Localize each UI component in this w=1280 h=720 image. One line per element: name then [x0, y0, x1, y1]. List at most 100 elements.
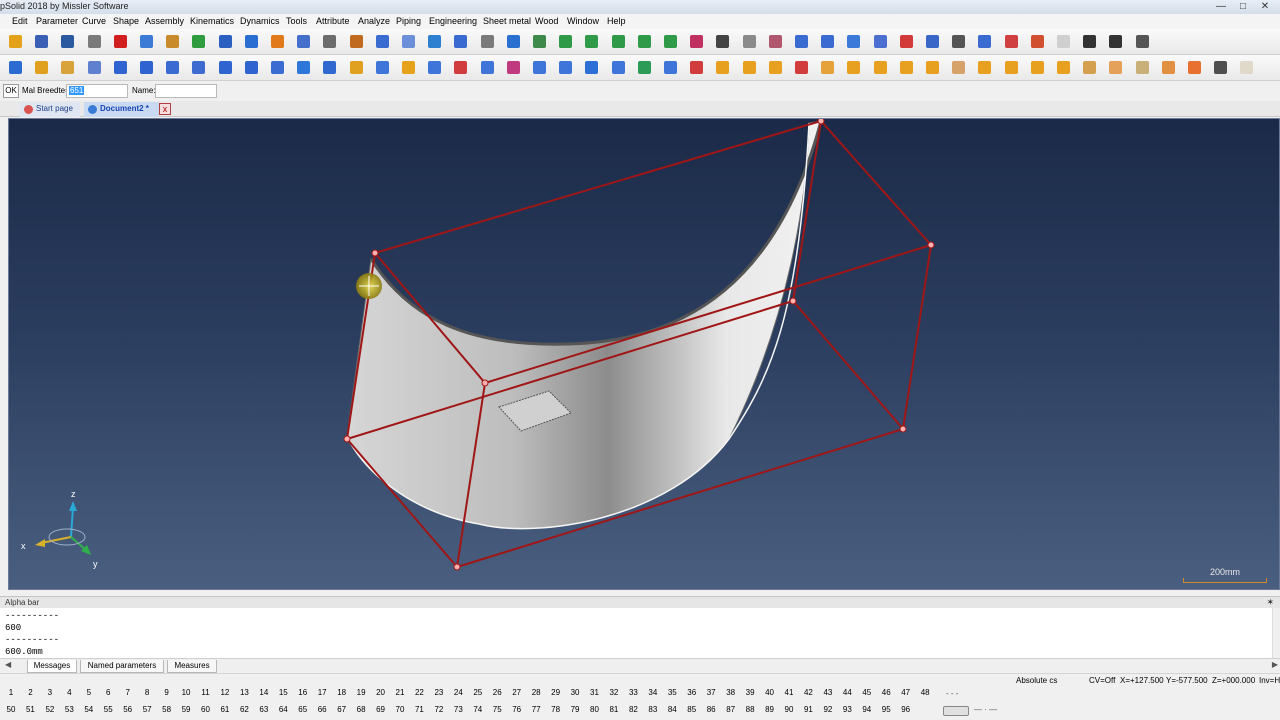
layer3-button[interactable] [610, 33, 627, 50]
number-key[interactable]: 65 [294, 705, 312, 714]
axis-button[interactable] [714, 59, 731, 76]
number-key[interactable]: 27 [508, 688, 526, 697]
attach-button[interactable] [924, 33, 941, 50]
part8-button[interactable] [924, 59, 941, 76]
hatch-button[interactable] [1134, 33, 1151, 50]
grid-button[interactable] [452, 33, 469, 50]
select-button[interactable] [400, 33, 417, 50]
number-key[interactable]: 46 [877, 688, 895, 697]
number-key[interactable]: 33 [624, 688, 642, 697]
menu-wood[interactable]: Wood [535, 16, 558, 26]
part15-button[interactable] [1107, 59, 1124, 76]
number-key[interactable]: 47 [897, 688, 915, 697]
layer2-button[interactable] [583, 33, 600, 50]
number-key[interactable]: 95 [877, 705, 895, 714]
render-button[interactable] [741, 33, 758, 50]
menu-sheet-metal[interactable]: Sheet metal [483, 16, 531, 26]
extrude-button[interactable] [321, 59, 338, 76]
minimize-button[interactable]: — [1210, 0, 1232, 14]
line-style-dashdot-icon[interactable]: — · — [974, 705, 997, 714]
part10-button[interactable] [976, 59, 993, 76]
number-key[interactable]: 52 [41, 705, 59, 714]
shell-button[interactable] [557, 59, 574, 76]
number-key[interactable]: 30 [566, 688, 584, 697]
number-key[interactable]: 89 [761, 705, 779, 714]
menu-file-fragment[interactable] [0, 16, 5, 26]
number-key[interactable]: 20 [372, 688, 390, 697]
menu-shape[interactable]: Shape [113, 16, 139, 26]
line-tool-button[interactable] [217, 59, 234, 76]
undo-button[interactable] [138, 33, 155, 50]
menu-parameter[interactable]: Parameter [36, 16, 78, 26]
close-tab-button[interactable]: x [159, 103, 171, 115]
number-key[interactable]: 26 [488, 688, 506, 697]
cube-button[interactable] [269, 59, 286, 76]
part7-button[interactable] [898, 59, 915, 76]
menu-help[interactable]: Help [607, 16, 626, 26]
tab-document2[interactable]: Document2 * [84, 102, 159, 117]
box5-button[interactable] [452, 59, 469, 76]
part11-button[interactable] [1003, 59, 1020, 76]
spline-button[interactable] [112, 59, 129, 76]
menu-window[interactable]: Window [567, 16, 599, 26]
part12-button[interactable] [1029, 59, 1046, 76]
magnet-button[interactable] [479, 33, 496, 50]
box-button[interactable] [348, 59, 365, 76]
section-button[interactable] [845, 33, 862, 50]
plate-button[interactable] [531, 59, 548, 76]
number-key[interactable]: 94 [858, 705, 876, 714]
move-button[interactable] [819, 33, 836, 50]
number-key[interactable]: 17 [313, 688, 331, 697]
number-key[interactable]: 90 [780, 705, 798, 714]
message-scrollbar[interactable] [1272, 608, 1280, 658]
number-key[interactable]: 66 [313, 705, 331, 714]
view-button[interactable] [793, 33, 810, 50]
zoom-button[interactable] [505, 33, 522, 50]
number-key[interactable]: 85 [683, 705, 701, 714]
number-key[interactable]: 74 [469, 705, 487, 714]
new-button[interactable] [7, 33, 24, 50]
hammer-button[interactable] [269, 33, 286, 50]
number-key[interactable]: 14 [255, 688, 273, 697]
number-key[interactable]: 61 [216, 705, 234, 714]
number-key[interactable]: 7 [119, 688, 137, 697]
sphere-button[interactable] [1003, 33, 1020, 50]
tab-messages[interactable]: Messages [27, 660, 77, 673]
lens-button[interactable] [505, 59, 522, 76]
sketch-button[interactable] [1055, 33, 1072, 50]
line-width-selector[interactable] [943, 706, 969, 716]
number-key[interactable]: 62 [235, 705, 253, 714]
shell2-button[interactable] [583, 59, 600, 76]
paint-button[interactable] [348, 33, 365, 50]
point-button[interactable] [1081, 33, 1098, 50]
menu-engineering[interactable]: Engineering [429, 16, 477, 26]
part4-button[interactable] [819, 59, 836, 76]
number-key[interactable]: 3 [41, 688, 59, 697]
number-key[interactable]: 91 [799, 705, 817, 714]
number-key[interactable]: 71 [410, 705, 428, 714]
number-key[interactable]: 69 [372, 705, 390, 714]
close-window-button[interactable]: ✕ [1254, 0, 1276, 14]
part14-button[interactable] [1081, 59, 1098, 76]
pencil-button[interactable] [7, 59, 24, 76]
number-key[interactable]: 63 [255, 705, 273, 714]
number-key[interactable]: 42 [799, 688, 817, 697]
number-key[interactable]: 19 [352, 688, 370, 697]
maximize-button[interactable]: □ [1232, 0, 1254, 14]
number-key[interactable]: 45 [858, 688, 876, 697]
box6-button[interactable] [479, 59, 496, 76]
number-key[interactable]: 11 [197, 688, 215, 697]
number-key[interactable]: 68 [352, 705, 370, 714]
number-key[interactable]: 76 [508, 705, 526, 714]
number-key[interactable]: 54 [80, 705, 98, 714]
number-key[interactable]: 82 [624, 705, 642, 714]
number-key[interactable]: 83 [644, 705, 662, 714]
menu-assembly[interactable]: Assembly [145, 16, 184, 26]
explode-button[interactable] [872, 33, 889, 50]
number-key[interactable]: 79 [566, 705, 584, 714]
part16-button[interactable] [1134, 59, 1151, 76]
number-key[interactable]: 38 [722, 688, 740, 697]
number-key[interactable]: 57 [138, 705, 156, 714]
brush-button[interactable] [33, 59, 50, 76]
save-button[interactable] [33, 33, 50, 50]
